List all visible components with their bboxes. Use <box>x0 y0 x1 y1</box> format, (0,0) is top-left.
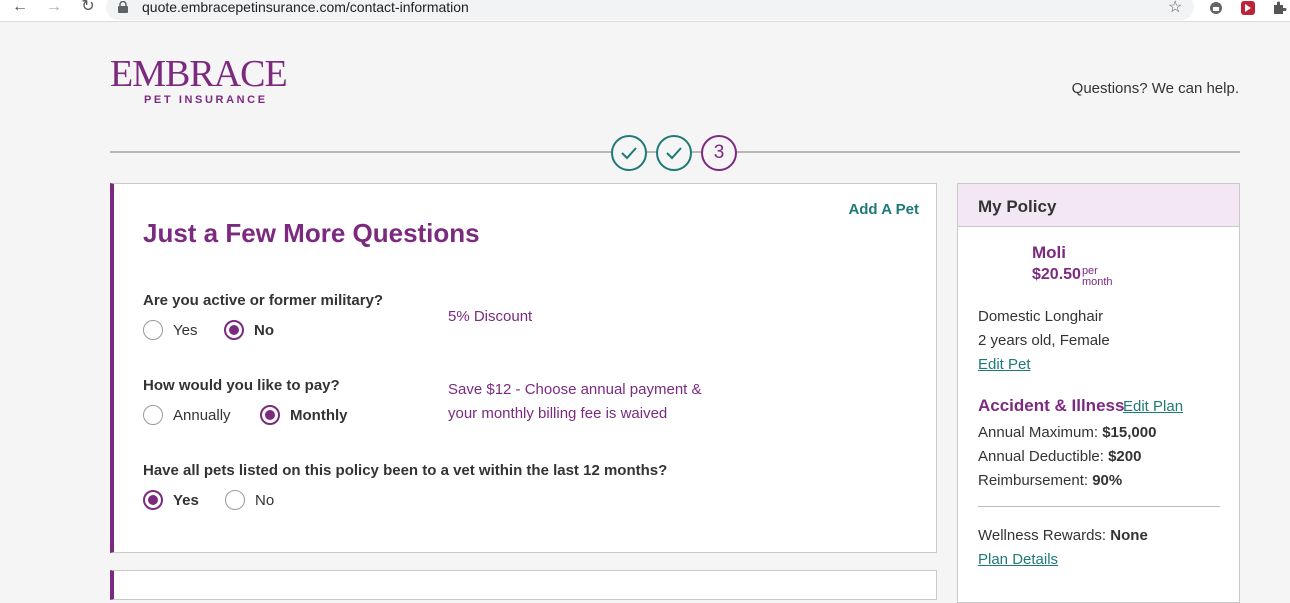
vet-visit-yes-option[interactable]: Yes <box>143 490 199 510</box>
logo-wordmark: EMBRACE <box>110 53 288 95</box>
reimbursement-row: Reimbursement: 90% <box>978 472 1122 489</box>
questions-card: Add A Pet Just a Few More Questions Are … <box>110 183 937 553</box>
radio-button-selected[interactable] <box>224 320 244 340</box>
add-pet-link[interactable]: Add A Pet <box>848 201 919 218</box>
price-value: $20.50 <box>1032 266 1081 283</box>
my-policy-panel: My Policy Moli $20.50 per month Domestic… <box>957 183 1240 603</box>
payment-savings-note: Save $12 - Choose annual payment & your … <box>448 381 702 422</box>
media-extension-icon[interactable] <box>1240 0 1256 16</box>
payment-annually-option[interactable]: Annually <box>143 405 231 425</box>
plan-details-link[interactable]: Plan Details <box>978 551 1058 568</box>
military-yes-option[interactable]: Yes <box>143 320 197 340</box>
plan-name: Accident & Illness <box>978 396 1125 415</box>
military-discount-note: 5% Discount <box>448 308 533 325</box>
vet-visit-question: Have all pets listed on this policy been… <box>143 462 668 479</box>
reimbursement-value: 90% <box>1092 472 1123 489</box>
wellness-label: Wellness Rewards: <box>978 527 1107 544</box>
radio-button-selected[interactable] <box>260 405 280 425</box>
help-link[interactable]: Questions? We can help. <box>1072 80 1239 97</box>
deductible-value: $200 <box>1108 448 1142 465</box>
payment-question: How would you like to pay? <box>143 377 340 394</box>
reload-icon[interactable]: ↻ <box>78 0 98 16</box>
pet-name: Moli <box>1032 243 1066 262</box>
policy-header: My Policy <box>958 184 1239 227</box>
step-number: 3 <box>713 142 725 163</box>
step-2-complete <box>656 135 692 171</box>
check-icon <box>666 147 682 160</box>
url-text: quote.embracepetinsurance.com/contact-in… <box>142 0 469 15</box>
pet-price: $20.50 per month <box>1032 266 1113 288</box>
browser-toolbar: ← → ↻ quote.embracepetinsurance.com/cont… <box>0 0 1290 22</box>
option-label: No <box>254 321 274 339</box>
policy-divider <box>978 506 1220 507</box>
address-bar[interactable]: quote.embracepetinsurance.com/contact-in… <box>106 0 1194 20</box>
annual-maximum-row: Annual Maximum: $15,000 <box>978 424 1156 441</box>
step-3-current: 3 <box>701 135 737 171</box>
next-section-card <box>110 570 937 600</box>
military-no-option[interactable]: No <box>224 320 274 340</box>
option-label: Yes <box>173 491 199 509</box>
radio-button[interactable] <box>143 405 163 425</box>
logo-subtitle: PET INSURANCE <box>144 94 268 106</box>
option-label: No <box>255 491 275 509</box>
extension-icon[interactable] <box>1208 0 1224 16</box>
deductible-row: Annual Deductible: $200 <box>978 448 1141 465</box>
page-title: Just a Few More Questions <box>143 218 480 248</box>
payment-monthly-option[interactable]: Monthly <box>260 405 348 425</box>
military-question: Are you active or former military? <box>143 292 384 309</box>
check-icon <box>621 147 637 160</box>
step-1-complete <box>611 135 647 171</box>
pet-details: 2 years old, Female <box>978 332 1110 349</box>
radio-button-selected[interactable] <box>143 490 163 510</box>
edit-pet-link[interactable]: Edit Pet <box>978 356 1031 373</box>
price-period: per month <box>1082 266 1113 288</box>
bookmark-star-icon[interactable]: ☆ <box>1168 0 1182 17</box>
annual-maximum-value: $15,000 <box>1102 424 1157 441</box>
embrace-logo[interactable]: EMBRACE PET INSURANCE <box>110 53 288 106</box>
radio-button[interactable] <box>143 320 163 340</box>
option-label: Yes <box>173 321 198 339</box>
month-label: month <box>1081 276 1113 288</box>
option-label: Annually <box>173 406 231 424</box>
reimbursement-label: Reimbursement: <box>978 472 1089 489</box>
wellness-value: None <box>1110 527 1148 544</box>
pet-breed: Domestic Longhair <box>978 308 1104 325</box>
deductible-label: Annual Deductible: <box>978 448 1104 465</box>
lock-icon <box>118 1 128 13</box>
radio-button[interactable] <box>225 490 245 510</box>
puzzle-icon[interactable] <box>1271 0 1287 16</box>
annual-maximum-label: Annual Maximum: <box>978 424 1099 441</box>
option-label: Monthly <box>290 406 348 424</box>
wellness-row: Wellness Rewards: None <box>978 527 1148 544</box>
forward-arrow-icon[interactable]: → <box>44 0 64 16</box>
edit-plan-link[interactable]: Edit Plan <box>1123 398 1183 415</box>
back-arrow-icon[interactable]: ← <box>10 0 30 16</box>
vet-visit-no-option[interactable]: No <box>225 490 274 510</box>
